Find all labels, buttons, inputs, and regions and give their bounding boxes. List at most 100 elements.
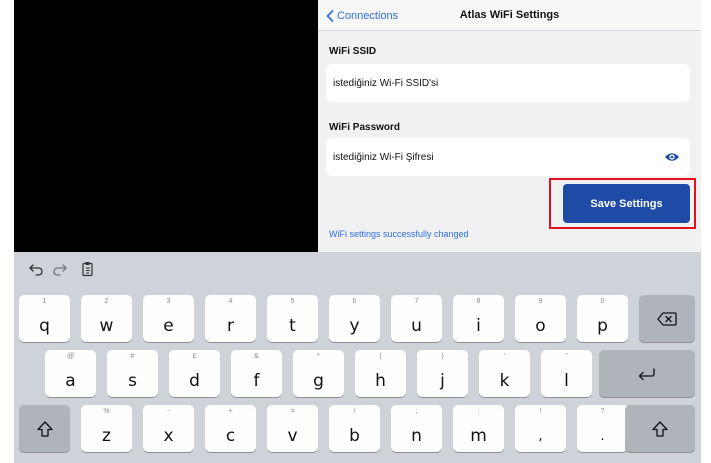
backspace-key[interactable] bbox=[639, 295, 695, 342]
key-label: g bbox=[313, 371, 324, 391]
wifi-settings-panel: Connections Atlas WiFi Settings WiFi SSI… bbox=[318, 0, 701, 252]
key-t[interactable]: 5t bbox=[267, 295, 318, 342]
key-label: x bbox=[163, 426, 174, 446]
ssid-input[interactable]: istediğiniz Wi-Fi SSID'si bbox=[326, 64, 690, 102]
key-j[interactable]: ) j bbox=[417, 350, 468, 397]
ssid-input-value: istediğiniz Wi-Fi SSID'si bbox=[333, 77, 439, 89]
key-h[interactable]: (h bbox=[355, 350, 406, 397]
save-settings-button[interactable]: Save Settings bbox=[563, 184, 690, 223]
key-label: o bbox=[535, 316, 546, 336]
key-label: q bbox=[39, 316, 50, 336]
key-label: , bbox=[538, 429, 543, 444]
password-label: WiFi Password bbox=[329, 122, 401, 133]
navigation-bar: Connections Atlas WiFi Settings bbox=[318, 0, 701, 31]
undo-icon[interactable] bbox=[28, 261, 44, 277]
password-input-value: istediğiniz Wi-Fi Şifresi bbox=[333, 151, 434, 163]
app-window: Connections Atlas WiFi Settings WiFi SSI… bbox=[0, 0, 711, 463]
key-label: y bbox=[349, 316, 360, 336]
key-label: c bbox=[225, 426, 236, 446]
key-label: k bbox=[499, 371, 510, 391]
key-label: a bbox=[65, 371, 76, 391]
redo-icon[interactable] bbox=[52, 261, 68, 277]
key-a[interactable]: @ a bbox=[45, 350, 96, 397]
key-hint: 8 bbox=[476, 298, 481, 305]
key-label: h bbox=[375, 371, 386, 391]
keyboard-toolbar bbox=[14, 252, 701, 286]
eye-icon[interactable] bbox=[664, 151, 680, 163]
key-hint: ( bbox=[379, 353, 382, 360]
shift-icon bbox=[652, 420, 668, 437]
key-w[interactable]: 2w bbox=[81, 295, 132, 342]
key-label: v bbox=[287, 426, 298, 446]
key-label: i bbox=[476, 316, 481, 336]
key-label: f bbox=[253, 371, 260, 391]
key-q[interactable]: 1q bbox=[19, 295, 70, 342]
key-label: p bbox=[597, 316, 608, 336]
key-n[interactable]: ; n bbox=[391, 405, 442, 452]
key-x[interactable]: -x bbox=[143, 405, 194, 452]
key-o[interactable]: 9o bbox=[515, 295, 566, 342]
key-hint: ? bbox=[600, 408, 605, 415]
key-hint: * bbox=[317, 353, 320, 360]
key-m[interactable]: :m bbox=[453, 405, 504, 452]
key-z[interactable]: % z bbox=[81, 405, 132, 452]
key-hint: / bbox=[353, 408, 356, 415]
key-hint: ) bbox=[441, 353, 444, 360]
return-key[interactable] bbox=[599, 350, 695, 397]
key-hint: 4 bbox=[228, 298, 233, 305]
key-label: n bbox=[411, 426, 422, 446]
shift-icon bbox=[36, 420, 53, 437]
key-hint: & bbox=[254, 353, 259, 360]
key-hint: = bbox=[290, 408, 295, 415]
key-hint: ; bbox=[415, 408, 418, 415]
key-hint: ' bbox=[503, 353, 506, 360]
key-hint: ! bbox=[539, 408, 542, 415]
key-label: l bbox=[564, 371, 569, 391]
key-s[interactable]: # s bbox=[107, 350, 158, 397]
key-v[interactable]: = v bbox=[267, 405, 318, 452]
key-hint: 3 bbox=[166, 298, 171, 305]
key-c[interactable]: + c bbox=[205, 405, 256, 452]
key-l[interactable]: " l bbox=[541, 350, 592, 397]
key-y[interactable]: 6y bbox=[329, 295, 380, 342]
key-period[interactable]: ?. bbox=[577, 405, 628, 452]
key-label: j bbox=[440, 371, 445, 391]
key-label: . bbox=[600, 429, 605, 444]
key-f[interactable]: & f bbox=[231, 350, 282, 397]
return-icon bbox=[638, 367, 655, 380]
key-label: m bbox=[470, 426, 487, 446]
key-comma[interactable]: !, bbox=[515, 405, 566, 452]
paste-icon[interactable] bbox=[80, 261, 96, 277]
key-hint: 7 bbox=[414, 298, 419, 305]
key-hint: 2 bbox=[104, 298, 109, 305]
key-label: d bbox=[189, 371, 200, 391]
key-hint: 6 bbox=[352, 298, 357, 305]
key-hint: - bbox=[167, 408, 170, 415]
key-u[interactable]: 7u bbox=[391, 295, 442, 342]
shift-left-key[interactable] bbox=[19, 405, 70, 452]
key-k[interactable]: ' k bbox=[479, 350, 530, 397]
ssid-label: WiFi SSID bbox=[329, 46, 377, 57]
key-hint: £ bbox=[192, 353, 197, 360]
key-b[interactable]: / b bbox=[329, 405, 380, 452]
key-label: b bbox=[349, 426, 360, 446]
key-label: s bbox=[128, 371, 137, 391]
password-input[interactable]: istediğiniz Wi-Fi Şifresi bbox=[326, 138, 690, 176]
key-label: t bbox=[289, 316, 296, 336]
key-g[interactable]: * g bbox=[293, 350, 344, 397]
key-hint: # bbox=[130, 353, 135, 360]
key-e[interactable]: 3e bbox=[143, 295, 194, 342]
key-hint: 9 bbox=[538, 298, 543, 305]
key-label: z bbox=[102, 426, 111, 446]
key-d[interactable]: £ d bbox=[169, 350, 220, 397]
key-hint: + bbox=[228, 408, 233, 415]
key-label: r bbox=[227, 316, 234, 336]
key-hint: % bbox=[103, 408, 110, 415]
shift-right-key[interactable] bbox=[625, 405, 695, 452]
key-p[interactable]: 0p bbox=[577, 295, 628, 342]
key-hint: @ bbox=[66, 353, 75, 360]
key-hint: 0 bbox=[600, 298, 605, 305]
key-i[interactable]: 8i bbox=[453, 295, 504, 342]
status-message: WiFi settings successfully changed bbox=[329, 229, 469, 239]
key-r[interactable]: 4r bbox=[205, 295, 256, 342]
